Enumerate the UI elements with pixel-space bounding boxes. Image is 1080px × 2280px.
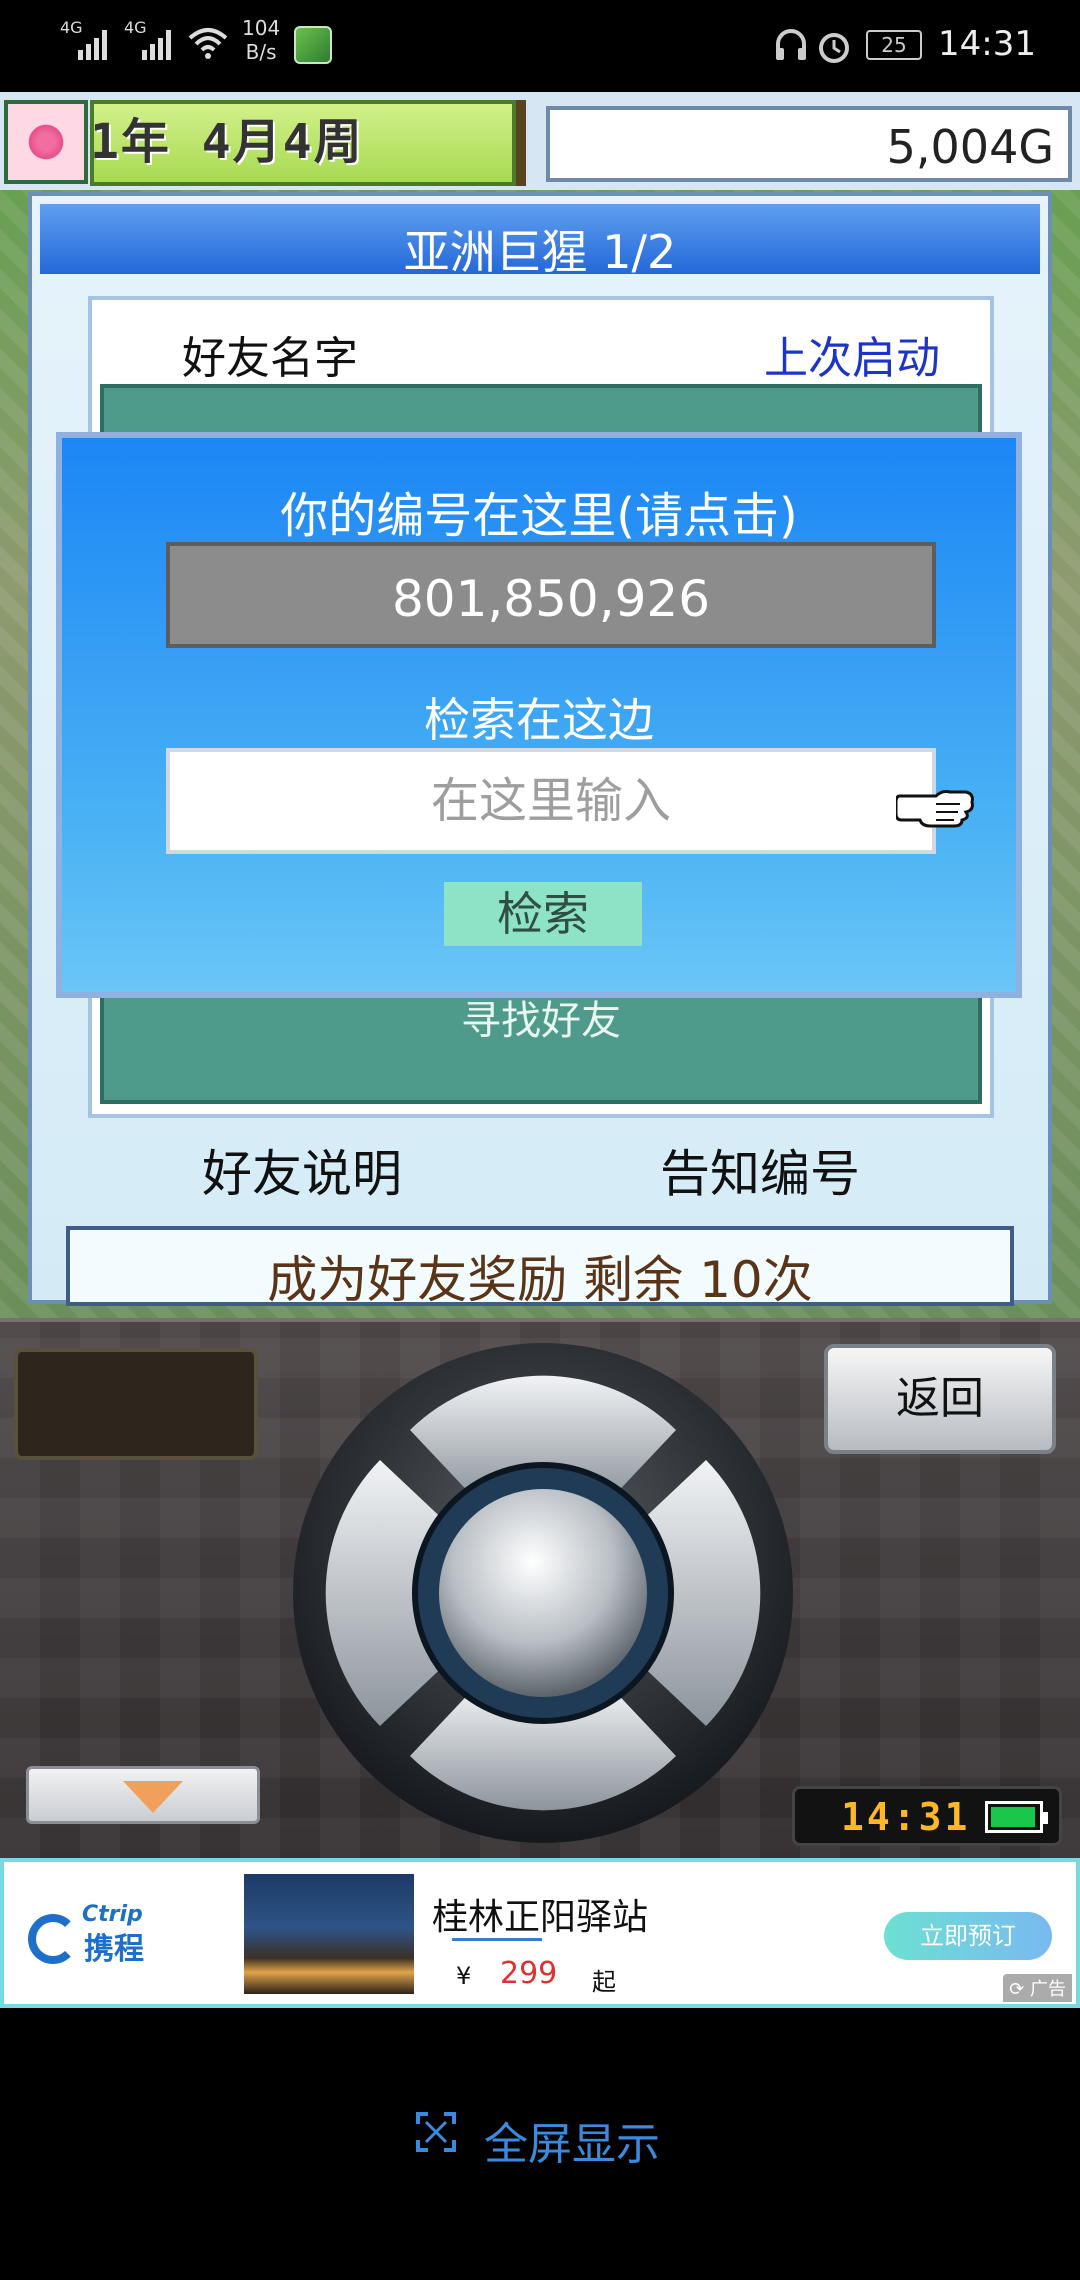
lcd-display (14, 1348, 258, 1460)
column-header-friend-name: 好友名字 (182, 333, 358, 384)
fullscreen-icon (416, 2112, 456, 2152)
signal-icon-1 (78, 26, 112, 60)
fullscreen-label: 全屏显示 (484, 2119, 660, 2170)
friend-id-search-input[interactable] (166, 748, 936, 854)
net-speed-value: 104 (242, 16, 281, 40)
battery-icon: 25 (866, 30, 922, 60)
collapse-controller-button[interactable] (26, 1766, 260, 1824)
ad-banner[interactable]: Ctrip 携程 桂林正阳驿站 ¥ 299 起 立即预订 ⟳ 广告 (0, 1858, 1080, 2008)
dpad[interactable] (290, 1340, 796, 1846)
status-time: 14:31 (938, 24, 1036, 64)
your-id-value: 801,850,926 (391, 570, 711, 628)
ad-brand-cn: 携程 (84, 1932, 144, 1967)
tell-id-button[interactable]: 告知编号 (660, 1134, 860, 1206)
your-id-label: 你的编号在这里(请点击) (280, 488, 798, 544)
dpad-center-button[interactable] (439, 1489, 647, 1697)
search-label: 检索在这边 (424, 693, 654, 747)
column-header-last-launch: 上次启动 (764, 333, 940, 384)
ad-book-now-button[interactable]: 立即预订 (884, 1912, 1052, 1960)
search-button[interactable]: 检索 (444, 882, 642, 946)
alarm-icon (819, 33, 849, 63)
battery-level: 25 (881, 33, 907, 57)
ad-tag: ⟳ 广告 (1003, 1974, 1072, 2002)
flower-icon[interactable] (4, 100, 88, 184)
ctrip-logo-icon (28, 1914, 78, 1964)
signal-icon-2 (142, 26, 176, 60)
friend-window-title: 亚洲巨猩 1/2 (403, 225, 677, 279)
back-button[interactable]: 返回 (824, 1344, 1056, 1454)
friend-reward-text: 成为好友奖励 剩余 10次 (267, 1251, 813, 1309)
game-screen: 1年 4月4周 5,004G 亚洲巨猩 1/2 好友名字 上次启动 寻找好友 好… (0, 92, 1080, 1858)
game-top-bar: 1年 4月4周 5,004G (0, 92, 1080, 190)
battery-icon (985, 1801, 1048, 1833)
your-id-box[interactable]: 801,850,926 (166, 542, 936, 648)
money-panel: 5,004G (546, 106, 1072, 182)
controller-clock-panel: 14:31 (792, 1786, 1062, 1846)
headphones-icon (776, 29, 806, 60)
ad-currency: ¥ (456, 1962, 472, 1990)
ad-price-suffix: 起 (592, 1968, 616, 1996)
friend-help-button[interactable]: 好友说明 (202, 1134, 402, 1206)
triangle-down-icon (123, 1781, 183, 1813)
game-date: 1年 4月4周 (90, 114, 364, 170)
virtual-controller: 返回 14:31 (0, 1318, 1080, 1858)
money-amount: 5,004G (886, 120, 1054, 174)
friend-window-title-bar: 亚洲巨猩 1/2 (40, 204, 1040, 279)
ad-title: 桂林正阳驿站 (432, 1897, 649, 1938)
divider (516, 100, 526, 186)
status-bar: 4G 4G 104 B/s 25 14:31 (0, 0, 1080, 92)
friend-search-dialog: 你的编号在这里(请点击) 801,850,926 检索在这边 检索 (56, 432, 1022, 998)
friend-reward-bar: 成为好友奖励 剩余 10次 (66, 1226, 1014, 1309)
controller-clock: 14:31 (841, 1795, 971, 1839)
app-notification-icon (294, 26, 332, 64)
divider (452, 1938, 542, 1941)
pointing-hand-icon (896, 790, 974, 828)
ad-price: 299 (500, 1956, 558, 1991)
wifi-icon (188, 28, 228, 59)
network-speed: 104 B/s (242, 16, 280, 64)
ad-tag-label: 广告 (1030, 1979, 1066, 2000)
net-speed-unit: B/s (245, 40, 277, 64)
ad-hotel-image (244, 1874, 414, 1994)
